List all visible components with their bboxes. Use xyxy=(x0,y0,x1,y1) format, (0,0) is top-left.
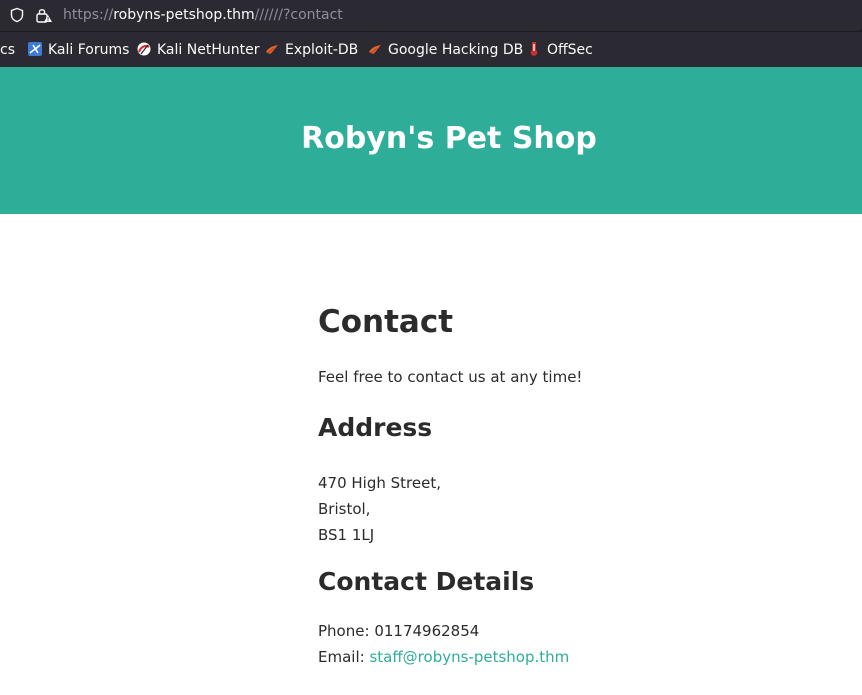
address-line: BS1 1LJ xyxy=(318,526,375,544)
address-line: 470 High Street, xyxy=(318,474,441,492)
contact-intro: Feel free to contact us at any time! xyxy=(318,368,583,386)
email-line: Email: staff@robyns-petshop.thm xyxy=(318,644,569,670)
site-header-banner: Robyn's Pet Shop xyxy=(0,67,862,214)
bookmarks-toolbar: cs Kali Forums Kali NetHunter Exploit-DB… xyxy=(0,32,862,68)
contact-details-heading: Contact Details xyxy=(318,567,535,596)
ghdb-icon xyxy=(369,45,381,54)
url-path: //////?contact xyxy=(254,7,343,23)
lock-warning-icon[interactable] xyxy=(35,6,53,24)
contact-details-block: Phone: 01174962854 Email: staff@robyns-p… xyxy=(318,618,569,670)
phone-line: Phone: 01174962854 xyxy=(318,618,569,644)
url-bar: https://robyns-petshop.thm//////?contact xyxy=(0,0,862,33)
address-heading: Address xyxy=(318,413,433,442)
page-title: Contact xyxy=(318,304,454,340)
bookmark-item-offsec[interactable]: OffSec xyxy=(526,41,593,59)
offsec-icon xyxy=(530,42,538,56)
address-block: 470 High Street, Bristol, BS1 1LJ xyxy=(318,470,441,548)
exploit-db-icon xyxy=(266,45,278,54)
bookmark-item-kali-nethunter[interactable]: Kali NetHunter xyxy=(136,41,259,59)
bookmark-item-google-hacking-db[interactable]: Google Hacking DB xyxy=(367,41,523,59)
bookmark-item-cs[interactable]: cs xyxy=(0,41,15,59)
bookmark-item-kali-forums[interactable]: Kali Forums xyxy=(27,41,129,59)
nethunter-icon xyxy=(137,42,151,56)
kali-dragon-icon xyxy=(28,42,42,56)
address-line: Bristol, xyxy=(318,500,371,518)
bookmark-label: OffSec xyxy=(547,42,593,58)
bookmark-label: Google Hacking DB xyxy=(388,42,524,58)
url-scheme: https:// xyxy=(63,7,114,23)
bookmark-label: Exploit-DB xyxy=(285,42,359,58)
bookmark-label: cs xyxy=(0,42,15,58)
bookmark-item-exploit-db[interactable]: Exploit-DB xyxy=(264,41,358,59)
site-title: Robyn's Pet Shop xyxy=(301,121,597,156)
url-host: robyns-petshop.thm xyxy=(113,7,255,23)
email-link[interactable]: staff@robyns-petshop.thm xyxy=(369,648,569,666)
bookmark-label: Kali Forums xyxy=(48,42,130,58)
address-field[interactable]: https://robyns-petshop.thm//////?contact xyxy=(0,0,862,31)
shield-icon[interactable] xyxy=(9,7,25,23)
url-text[interactable]: https://robyns-petshop.thm//////?contact xyxy=(63,6,343,24)
bookmark-label: Kali NetHunter xyxy=(157,42,260,58)
phone-value: 01174962854 xyxy=(374,622,480,640)
phone-label: Phone: xyxy=(318,622,370,640)
email-label: Email: xyxy=(318,648,365,666)
